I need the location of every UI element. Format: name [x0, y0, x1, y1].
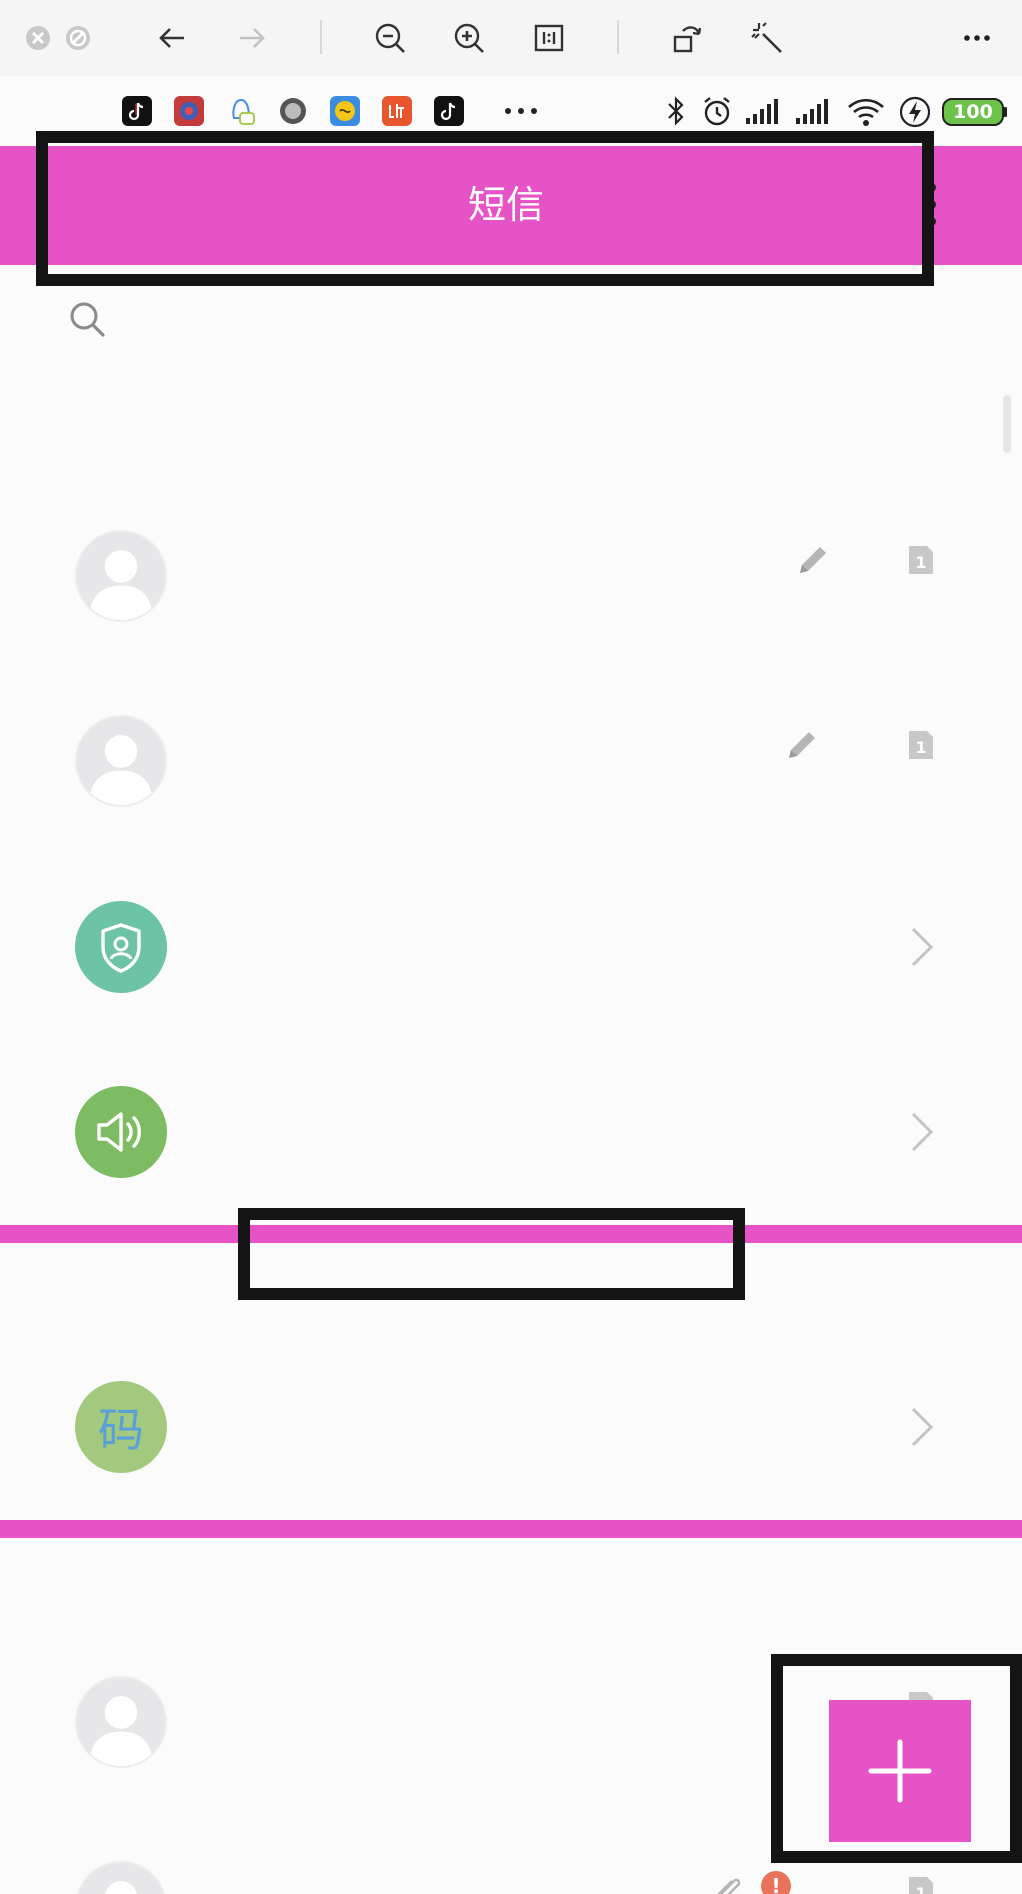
speaker-icon	[75, 1086, 167, 1178]
person-avatar-icon	[75, 1861, 167, 1894]
plus-icon	[868, 1739, 932, 1803]
more-icon[interactable]	[957, 18, 997, 58]
new-message-button[interactable]	[829, 1700, 971, 1842]
alarm-icon	[700, 94, 734, 128]
toolbar-separator	[320, 20, 322, 54]
edit-icon[interactable]	[782, 725, 822, 765]
bluetooth-icon	[664, 94, 688, 128]
viewer-toolbar	[0, 0, 1022, 76]
conversation-row[interactable]: 1	[0, 686, 1022, 836]
rotate-icon[interactable]	[667, 18, 707, 58]
stop-circle-icon[interactable]	[58, 18, 98, 58]
signal-2-icon	[794, 96, 834, 126]
battery-icon: 100	[942, 98, 1008, 126]
chevron-right-icon	[907, 1110, 937, 1154]
sim-1-icon: 1	[901, 1871, 941, 1894]
sim-1-icon: 1	[901, 540, 941, 580]
close-circle-icon[interactable]	[18, 18, 58, 58]
shield-user-icon	[75, 901, 167, 993]
ting-icon	[382, 96, 412, 126]
more-apps-icon	[500, 96, 544, 126]
screen: 100 短信 1 1 码 ! 1	[0, 0, 1022, 1894]
app-gray-icon	[278, 96, 308, 126]
battery-level: 100	[953, 101, 993, 123]
sim-label: 1	[915, 553, 926, 572]
zoom-out-icon[interactable]	[370, 18, 410, 58]
wifi-icon	[846, 96, 886, 128]
back-arrow-icon[interactable]	[152, 18, 192, 58]
edit-icon[interactable]	[793, 540, 833, 580]
app-yellow-icon	[330, 96, 360, 126]
person-avatar-icon	[75, 715, 167, 807]
conversation-row[interactable]	[0, 1057, 1022, 1207]
douyin-icon	[434, 96, 464, 126]
chevron-right-icon	[907, 1405, 937, 1449]
search-icon[interactable]	[68, 300, 108, 340]
app-red-icon	[174, 96, 204, 126]
highlight-band	[0, 1520, 1022, 1538]
code-avatar: 码	[75, 1381, 167, 1473]
conversation-row[interactable]	[0, 872, 1022, 1022]
qq-icon	[226, 96, 256, 126]
person-avatar-icon	[75, 530, 167, 622]
person-avatar-icon	[75, 1676, 167, 1768]
sim-label: 1	[915, 738, 926, 757]
scrollbar[interactable]	[1003, 395, 1011, 453]
conversation-row[interactable]: 码	[0, 1352, 1022, 1502]
douyin-icon	[122, 96, 152, 126]
charging-icon	[898, 95, 932, 129]
conversation-row[interactable]: 1	[0, 501, 1022, 651]
error-badge-icon: !	[761, 1871, 791, 1894]
signal-1-icon	[744, 96, 784, 126]
annotation-box-title	[36, 131, 934, 286]
forward-arrow-icon[interactable]	[232, 18, 272, 58]
sim-1-icon: 1	[901, 725, 941, 765]
zoom-in-icon[interactable]	[449, 18, 489, 58]
actual-size-icon[interactable]	[529, 18, 569, 58]
chevron-right-icon	[907, 925, 937, 969]
sim-label: 1	[915, 1884, 926, 1894]
magic-wand-icon[interactable]	[747, 18, 787, 58]
annotation-box	[238, 1208, 745, 1300]
toolbar-separator	[617, 20, 619, 54]
attachment-icon	[706, 1869, 746, 1894]
